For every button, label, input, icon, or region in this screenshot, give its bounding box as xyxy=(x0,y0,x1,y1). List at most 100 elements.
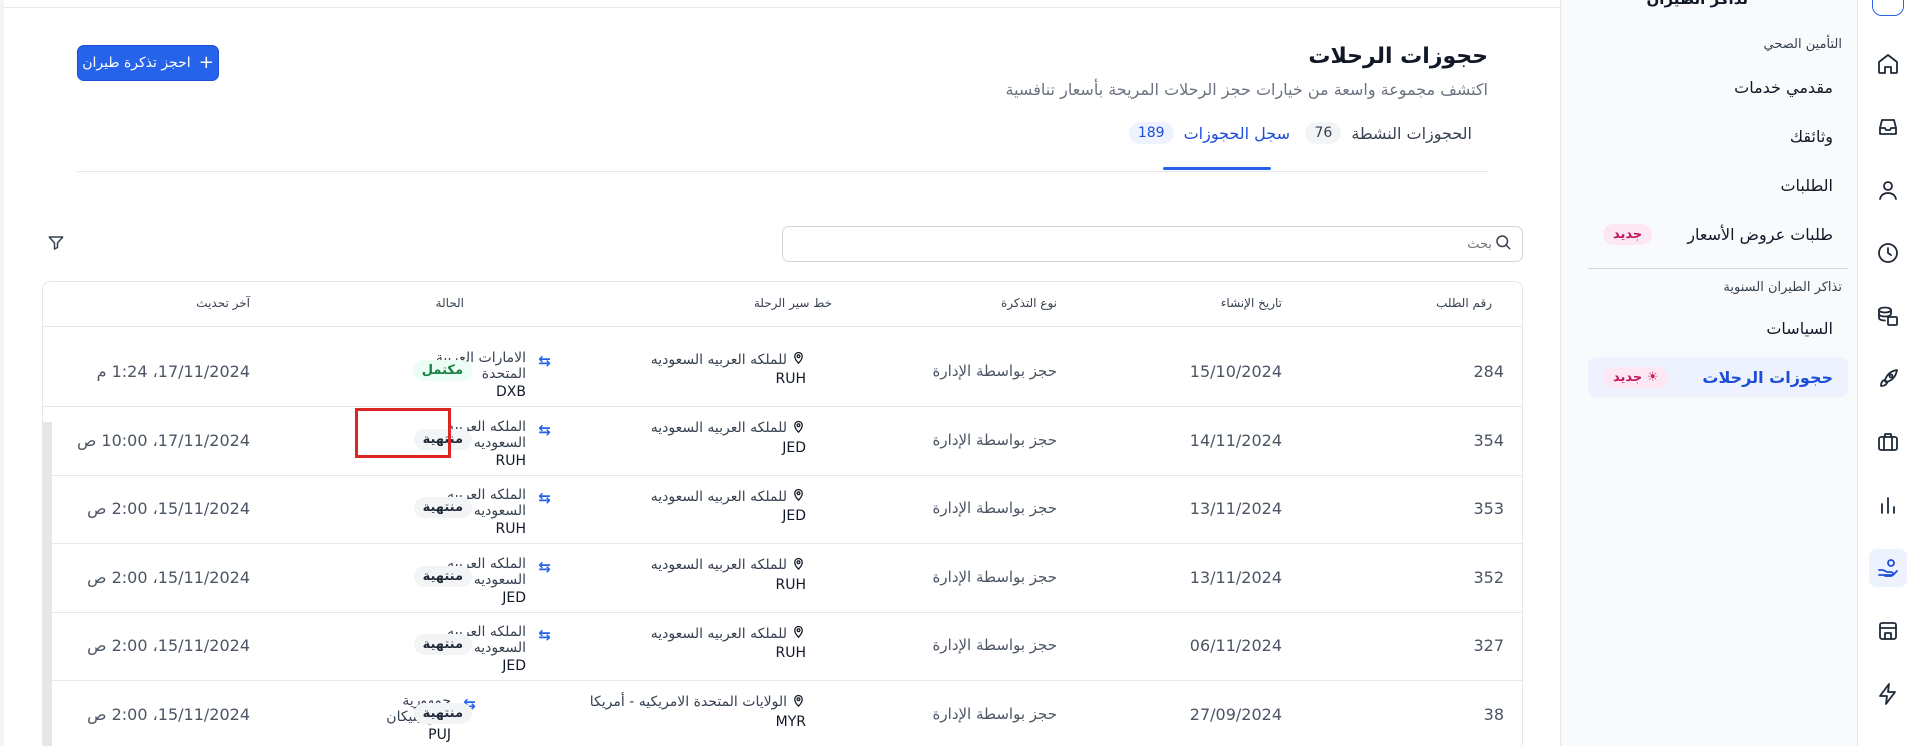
request-number: 354 xyxy=(1473,430,1504,450)
page-scrollbar[interactable] xyxy=(0,0,4,746)
location-pin-icon xyxy=(791,693,806,712)
table-row[interactable]: 38 27/09/2024 حجز بواسطة الإدارة الولايات ا… xyxy=(43,681,1522,746)
col-updated[interactable]: آخر تحديث xyxy=(196,296,250,310)
col-ticket-type[interactable]: نوع التذكرة xyxy=(1001,296,1057,310)
bolt-icon[interactable] xyxy=(1869,675,1907,713)
destination-code: JED xyxy=(502,658,526,674)
table-row[interactable]: 327 06/11/2024 حجز بواسطة الإدارة للملكه ال… xyxy=(43,612,1522,681)
page-title: حجوزات الرحلات xyxy=(1308,44,1488,69)
origin-city: الولايات المتحدة الامريكيه - أمريكا xyxy=(589,694,787,710)
page-subtitle: اكتشف مجموعة واسعة من خيارات حجز الرحلات… xyxy=(1005,80,1488,99)
search-input[interactable] xyxy=(810,235,1494,253)
origin-code: RUH xyxy=(775,576,806,593)
status-badge: مكتمل xyxy=(412,360,472,381)
status-badge: منتهية xyxy=(413,428,472,450)
search-box[interactable] xyxy=(782,226,1523,262)
tab-active-bookings[interactable]: الحجوزات النشطة 76 xyxy=(1305,122,1472,172)
col-route[interactable]: خط سير الرحلة xyxy=(754,296,832,310)
swap-arrows-icon: ⇆ xyxy=(538,489,551,507)
table-row[interactable]: 352 13/11/2024 حجز بواسطة الإدارة للملكه ال… xyxy=(43,544,1522,613)
logo-icon xyxy=(1872,0,1904,16)
table-row[interactable]: 354 14/11/2024 حجز بواسطة الإدارة للملكه ال… xyxy=(43,407,1522,476)
swap-arrows-icon: ⇆ xyxy=(538,352,551,370)
section-health-insurance: التأمين الصحي xyxy=(1763,37,1842,52)
sidebar-item-label: وثائقك xyxy=(1789,126,1833,146)
origin-code: JED xyxy=(782,439,806,456)
sidebar-item-providers[interactable]: مقدمي خدمات xyxy=(1588,67,1848,107)
new-badge: ☀ جديد xyxy=(1603,366,1669,388)
created-date: 15/10/2024 xyxy=(1189,362,1282,381)
sidebar-item-policies[interactable]: السياسات xyxy=(1588,308,1848,348)
inbox-icon[interactable] xyxy=(1869,108,1907,146)
status-badge: منتهية xyxy=(413,565,472,587)
origin-city: للملكه العربيه السعوديه xyxy=(650,351,787,368)
top-divider xyxy=(4,7,1560,8)
location-pin-icon xyxy=(791,624,806,643)
chart-icon[interactable] xyxy=(1869,486,1907,524)
tab-count: 76 xyxy=(1305,122,1342,144)
col-created[interactable]: تاريخ الإنشاء xyxy=(1221,296,1282,310)
rocket-icon[interactable] xyxy=(1869,360,1907,398)
last-updated: 15/11/2024، 2:00 ص xyxy=(87,704,250,724)
home-icon[interactable] xyxy=(1869,45,1907,83)
created-date: 13/11/2024 xyxy=(1189,499,1282,518)
last-updated: 15/11/2024، 2:00 ص xyxy=(87,567,250,587)
new-badge: جديد xyxy=(1603,223,1653,245)
destination-code: PUJ xyxy=(428,726,451,743)
last-updated: 15/11/2024، 2:00 ص xyxy=(87,499,250,518)
table-row[interactable]: 284 15/10/2024 حجز بواسطة الإدارة للملكه ال… xyxy=(43,338,1522,407)
tabs-divider xyxy=(77,171,1489,172)
col-status[interactable]: الحالة xyxy=(436,296,464,310)
last-updated: 15/11/2024، 2:00 ص xyxy=(87,636,250,655)
briefcase-icon[interactable] xyxy=(1869,423,1907,461)
filter-icon[interactable] xyxy=(47,234,65,256)
table-row[interactable]: 353 13/11/2024 حجز بواسطة الإدارة للملكه ال… xyxy=(43,475,1522,544)
tab-underline xyxy=(1163,167,1271,170)
sidebar-item-label: مقدمي خدمات xyxy=(1734,77,1833,97)
sun-icon: ☀ xyxy=(1646,369,1659,385)
tab-booking-history[interactable]: سجل الحجوزات 189 xyxy=(1128,122,1290,172)
sidebar-item-quote-requests[interactable]: طلبات عروض الأسعار جديد xyxy=(1588,214,1848,254)
origin-city: للملكه العربيه السعوديه xyxy=(650,557,787,573)
created-date: 14/11/2024 xyxy=(1189,430,1282,450)
tab-label: الحجوزات النشطة xyxy=(1351,124,1472,143)
origin-city: للملكه العربيه السعوديه xyxy=(650,420,787,436)
book-flight-label: احجز تذكرة طيران xyxy=(82,55,191,71)
user-icon[interactable] xyxy=(1869,171,1907,209)
store-icon[interactable] xyxy=(1869,612,1907,650)
origin-code: MYR xyxy=(775,713,806,730)
route-origin: للملكه العربيه السعوديه JED xyxy=(651,419,806,456)
sidebar-item-label: السياسات xyxy=(1766,318,1833,338)
destination-code: DXB xyxy=(496,384,526,400)
bookings-table: رقم الطلب تاريخ الإنشاء نوع التذكرة خط س… xyxy=(42,281,1523,746)
sidebar-item-label: طلبات عروض الأسعار xyxy=(1687,224,1833,244)
last-updated: 17/11/2024، 1:24 م xyxy=(96,362,250,381)
ticket-type: حجز بواسطة الإدارة xyxy=(932,362,1057,380)
status-badge: منتهية xyxy=(413,634,472,655)
sidebar-item-flight-bookings[interactable]: حجوزات الرحلات ☀ جديد xyxy=(1588,357,1848,397)
ticket-type: حجز بواسطة الإدارة xyxy=(932,430,1057,449)
sidebar-item-label: الطلبات xyxy=(1780,175,1833,195)
ticket-type: حجز بواسطة الإدارة xyxy=(932,567,1057,586)
ticket-type: حجز بواسطة الإدارة xyxy=(932,499,1057,517)
origin-city: للملكه العربيه السعوديه xyxy=(650,625,787,642)
col-request-no[interactable]: رقم الطلب xyxy=(1436,296,1492,310)
clock-icon[interactable] xyxy=(1869,234,1907,272)
icon-rail xyxy=(1857,0,1918,746)
location-pin-icon xyxy=(791,556,806,575)
ticket-type: حجز بواسطة الإدارة xyxy=(932,636,1057,654)
origin-code: RUH xyxy=(775,371,806,387)
destination-code: RUH xyxy=(495,521,526,537)
table-header: رقم الطلب تاريخ الإنشاء نوع التذكرة خط س… xyxy=(43,282,1522,327)
hand-coins-icon[interactable] xyxy=(1869,549,1907,587)
tab-label: سجل الحجوزات xyxy=(1183,124,1290,143)
sidebar-item-requests[interactable]: الطلبات xyxy=(1588,165,1848,205)
book-flight-button[interactable]: + احجز تذكرة طيران xyxy=(77,45,219,81)
route-origin: للملكه العربيه السعوديه RUH xyxy=(651,556,806,593)
destination-code: JED xyxy=(502,589,526,606)
created-date: 27/09/2024 xyxy=(1189,704,1282,724)
sidebar-item-documents[interactable]: وثائقك xyxy=(1588,116,1848,156)
swap-arrows-icon: ⇆ xyxy=(538,420,551,439)
created-date: 13/11/2024 xyxy=(1189,567,1282,587)
coins-icon[interactable] xyxy=(1869,297,1907,335)
